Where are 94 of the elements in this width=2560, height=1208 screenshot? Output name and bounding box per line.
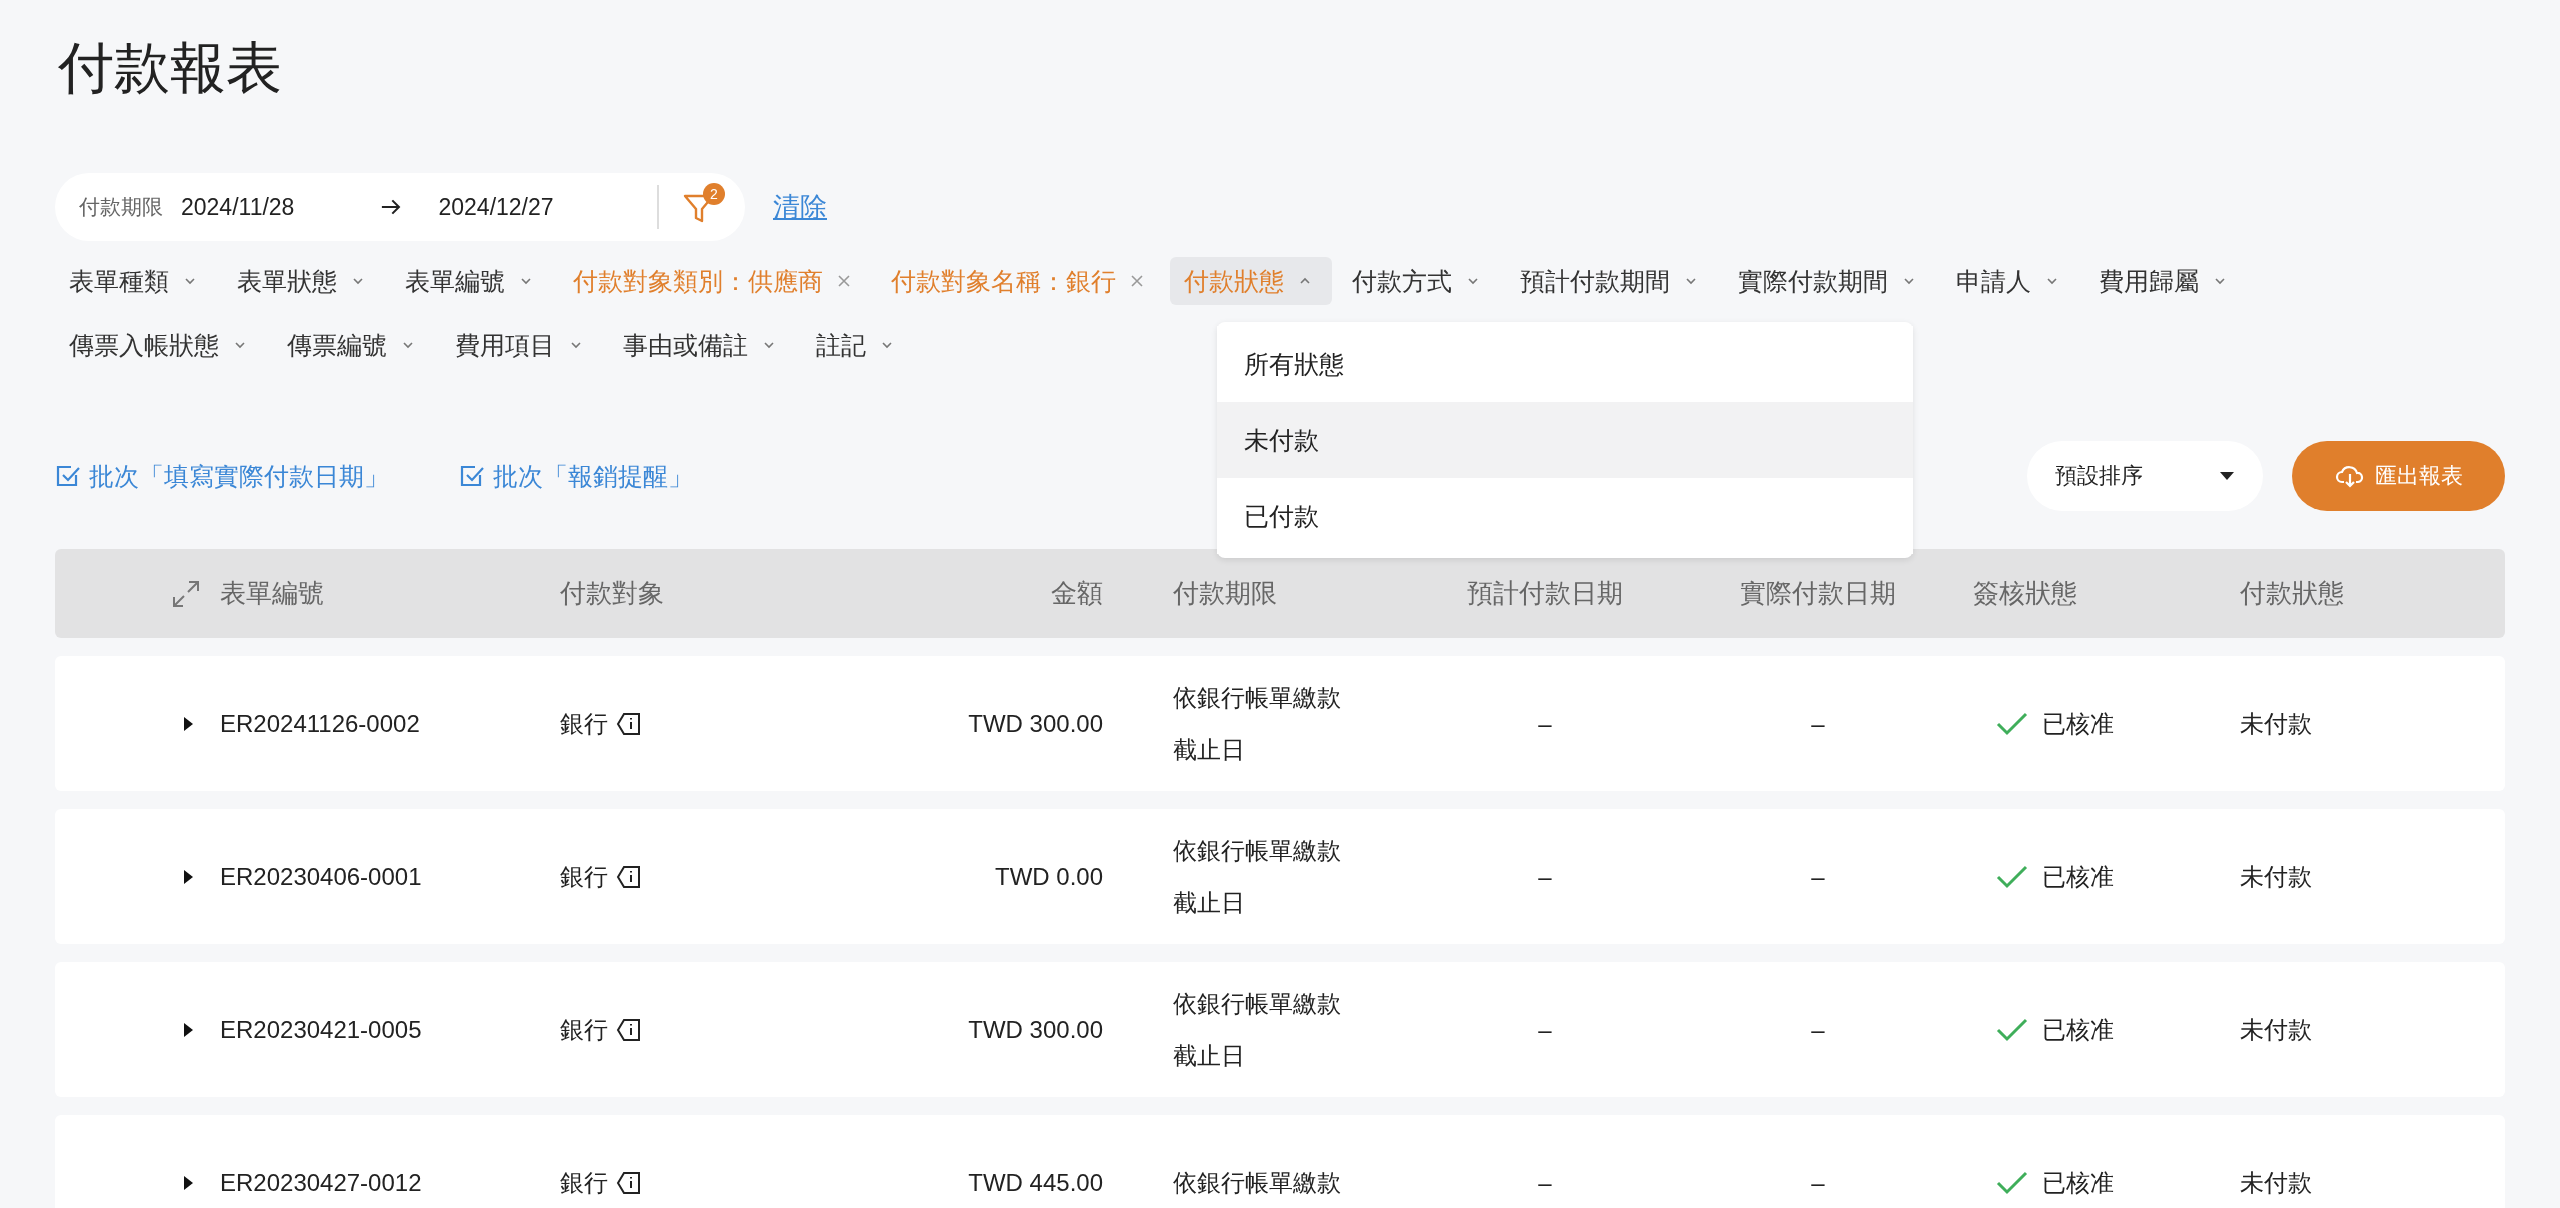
caret-right-icon[interactable]	[182, 1021, 194, 1038]
table-cell-text: –	[1810, 1168, 1826, 1197]
filter-dropdown[interactable]: 實際付款期間	[1724, 257, 1936, 305]
column-header: 付款狀態	[2240, 577, 2345, 610]
menu-item[interactable]: 未付款	[1217, 402, 1913, 478]
filter-dropdown[interactable]: 付款方式	[1338, 257, 1500, 305]
table-cell-text: 依銀行帳單繳款 截止日	[1172, 988, 1342, 1071]
chevron-down-icon	[762, 340, 776, 350]
filter-dropdown[interactable]: 事由或備註	[609, 321, 796, 369]
chevron-down-icon	[401, 340, 415, 350]
column-header: 金額	[1050, 577, 1103, 610]
filter-dropdown[interactable]: 傳票編號	[273, 321, 435, 369]
chevron-down-icon	[519, 276, 533, 286]
table-cell-text: TWD 0.00	[993, 862, 1103, 891]
chevron-up-icon	[1298, 276, 1312, 286]
table-cell-text: 已核准	[2042, 1014, 2114, 1045]
info-tag-icon	[616, 1016, 642, 1043]
table-cell-text: 依銀行帳單繳款 截止日	[1172, 682, 1342, 765]
chevron-down-icon	[351, 276, 365, 286]
batch-action-link[interactable]: 批次「報銷提醒」	[459, 459, 693, 493]
caret-right-icon[interactable]	[182, 1174, 194, 1191]
table-cell-text: TWD 300.00	[967, 1015, 1103, 1044]
filter-dropdown[interactable]: 傳票入帳狀態	[55, 321, 267, 369]
table-cell-text: ER20230421-0005	[220, 1015, 423, 1044]
menu-item[interactable]: 已付款	[1217, 478, 1913, 554]
sort-select[interactable]: 預設排序	[2027, 441, 2263, 511]
table-cell-text: –	[1810, 862, 1826, 891]
chevron-down-icon	[233, 340, 247, 350]
table-cell-text: ER20230406-0001	[220, 862, 423, 891]
table-cell-text: 銀行	[560, 1014, 608, 1045]
table-cell-text: ER20230427-0012	[220, 1168, 423, 1197]
filter-dropdown[interactable]: 費用歸屬	[2085, 257, 2247, 305]
start-date: 2024/11/28	[181, 193, 296, 221]
filter-count-badge: 2	[703, 183, 725, 205]
close-icon	[837, 274, 851, 288]
table-cell-text: 銀行	[560, 861, 608, 892]
arrow-right-icon	[379, 197, 403, 217]
info-tag-icon	[616, 710, 642, 737]
table-cell-text: TWD 445.00	[967, 1168, 1103, 1197]
chevron-down-icon	[2213, 276, 2227, 286]
chevron-down-icon	[1902, 276, 1916, 286]
cloud-download-icon	[2334, 463, 2365, 489]
caret-right-icon[interactable]	[182, 868, 194, 885]
filter-dropdown[interactable]: 預計付款期間	[1506, 257, 1718, 305]
menu-item[interactable]: 所有狀態	[1217, 326, 1913, 402]
date-range-field[interactable]: 付款期限 2024/11/28 2024/12/27 2	[55, 173, 745, 241]
filter-dropdown[interactable]: 表單編號	[391, 257, 553, 305]
filter-dropdown[interactable]: 申請人	[1942, 257, 2079, 305]
chevron-down-icon	[880, 340, 894, 350]
table-cell-text: –	[1537, 1168, 1553, 1197]
info-tag-icon	[616, 863, 642, 890]
table-cell-text: 已核准	[2042, 708, 2114, 739]
table-cell-text: ER20241126-0002	[220, 709, 421, 738]
table-cell-text: 未付款	[2240, 1014, 2313, 1045]
chevron-down-icon	[183, 276, 197, 286]
chevron-down-icon	[1684, 276, 1698, 286]
chevron-down-icon	[2045, 276, 2059, 286]
table-cell-text: 依銀行帳單繳款	[1172, 1167, 1342, 1198]
table-cell-text: 已核准	[2042, 1167, 2114, 1198]
column-header: 付款期限	[1172, 577, 1278, 610]
checkbox-icon	[55, 463, 81, 489]
table-cell-text: –	[1537, 862, 1553, 891]
table-cell-text: 銀行	[560, 708, 608, 739]
filter-dropdown[interactable]: 表單狀態	[223, 257, 385, 305]
end-date: 2024/12/27	[438, 193, 555, 221]
table-cell-text: 依銀行帳單繳款 截止日	[1172, 835, 1342, 918]
table-cell-text: –	[1537, 709, 1553, 738]
field-label: 付款期限	[79, 194, 163, 220]
filter-dropdown[interactable]: 費用項目	[441, 321, 603, 369]
table-cell-text: –	[1537, 1015, 1553, 1044]
table-cell-text: 未付款	[2240, 861, 2313, 892]
column-header: 預計付款日期	[1466, 577, 1624, 610]
table-cell-text: –	[1810, 709, 1826, 738]
table-cell-text: 未付款	[2240, 708, 2313, 739]
column-header: 實際付款日期	[1739, 577, 1897, 610]
info-tag-icon	[616, 1169, 642, 1196]
page-title: 付款報表	[58, 35, 283, 101]
checkbox-icon	[459, 463, 485, 489]
batch-action-link[interactable]: 批次「填寫實際付款日期」	[55, 459, 389, 493]
table-cell-text: 已核准	[2042, 861, 2114, 892]
caret-right-icon[interactable]	[182, 715, 194, 732]
column-header: 付款對象	[560, 577, 665, 610]
table-cell-text: –	[1810, 1015, 1826, 1044]
close-icon	[1130, 274, 1144, 288]
chevron-down-icon	[1466, 276, 1480, 286]
filter-dropdown[interactable]: 註記	[802, 321, 914, 369]
table-cell-text: 銀行	[560, 1167, 608, 1198]
filter-dropdown[interactable]: 表單種類	[55, 257, 217, 305]
column-header: 簽核狀態	[1972, 577, 2078, 610]
table-cell-text: TWD 300.00	[967, 709, 1103, 738]
chevron-down-icon	[569, 340, 583, 350]
column-header: 表單編號	[220, 577, 325, 610]
table-cell-text: 未付款	[2240, 1167, 2313, 1198]
caret-down-icon	[2219, 471, 2235, 481]
